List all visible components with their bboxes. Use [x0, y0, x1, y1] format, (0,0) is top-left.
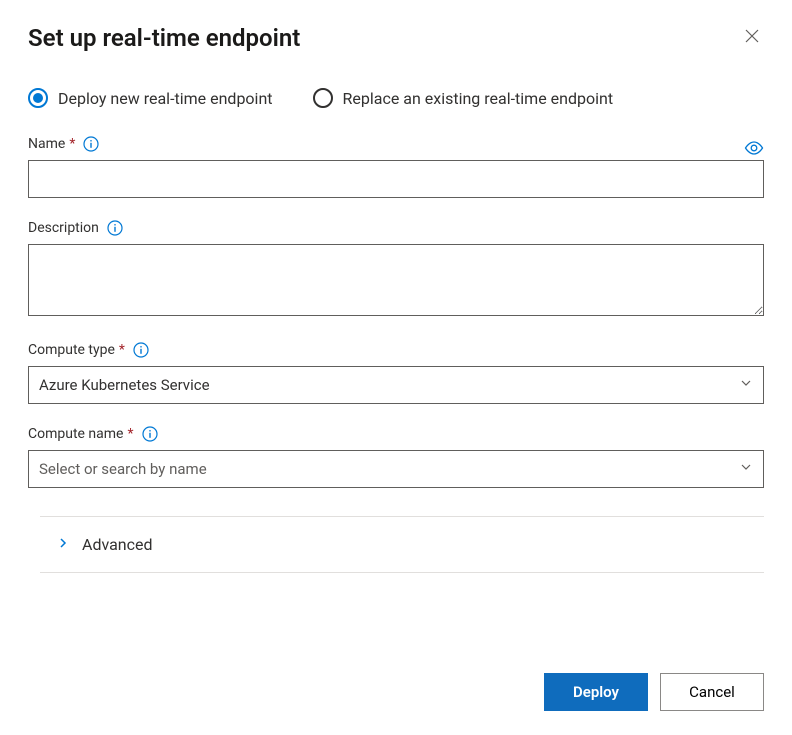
- required-asterisk: *: [119, 342, 125, 358]
- compute-type-value: Azure Kubernetes Service: [39, 376, 210, 394]
- close-icon: [744, 28, 760, 47]
- compute-name-placeholder: Select or search by name: [39, 460, 207, 478]
- compute-name-select[interactable]: Select or search by name: [28, 450, 764, 488]
- dialog-title: Set up real-time endpoint: [28, 24, 300, 52]
- description-input[interactable]: [28, 244, 764, 316]
- chevron-down-icon: [739, 376, 753, 394]
- advanced-label: Advanced: [82, 535, 153, 554]
- chevron-down-icon: [739, 460, 753, 478]
- required-asterisk: *: [69, 136, 75, 152]
- compute-name-label: Compute name: [28, 426, 123, 442]
- required-asterisk: *: [127, 426, 133, 442]
- eye-icon[interactable]: [744, 141, 764, 155]
- radio-replace-existing-label: Replace an existing real-time endpoint: [343, 89, 614, 108]
- radio-deploy-new[interactable]: Deploy new real-time endpoint: [28, 88, 273, 108]
- info-icon[interactable]: [133, 342, 149, 358]
- name-label: Name: [28, 136, 65, 152]
- info-icon[interactable]: [107, 220, 123, 236]
- radio-unselected-icon: [313, 88, 333, 108]
- close-button[interactable]: [740, 24, 764, 51]
- info-icon[interactable]: [83, 136, 99, 152]
- cancel-button[interactable]: Cancel: [660, 673, 764, 711]
- radio-deploy-new-label: Deploy new real-time endpoint: [58, 89, 273, 108]
- deploy-button[interactable]: Deploy: [544, 673, 648, 711]
- compute-type-select[interactable]: Azure Kubernetes Service: [28, 366, 764, 404]
- name-input[interactable]: [28, 160, 764, 198]
- radio-selected-icon: [28, 88, 48, 108]
- radio-replace-existing[interactable]: Replace an existing real-time endpoint: [313, 88, 614, 108]
- info-icon[interactable]: [142, 426, 158, 442]
- chevron-right-icon: [56, 535, 70, 554]
- compute-type-label: Compute type: [28, 342, 115, 358]
- description-label: Description: [28, 220, 99, 236]
- advanced-toggle[interactable]: Advanced: [40, 535, 764, 554]
